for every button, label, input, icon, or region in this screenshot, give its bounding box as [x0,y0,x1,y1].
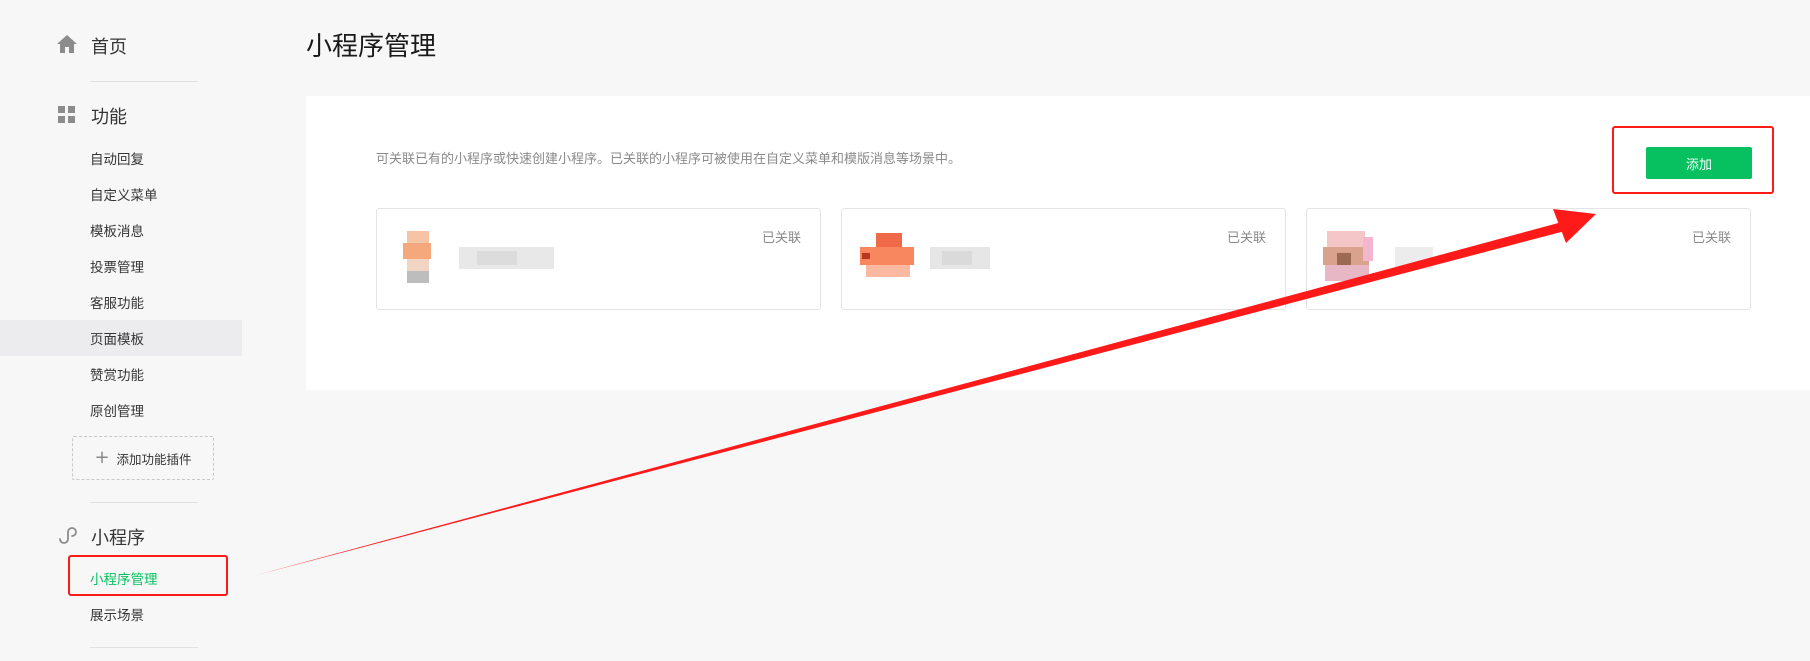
sidebar-item-label: 页面模板 [90,332,144,348]
sidebar-item-label: 自动回复 [90,152,144,168]
annotation-highlight-miniprogram-management [68,555,228,596]
sidebar-item-home-label: 首页 [91,37,127,58]
sidebar-item-label: 赞赏功能 [90,368,144,384]
sidebar-item-label: 展示场景 [90,608,144,624]
miniprogram-card[interactable]: 已关联 [376,208,821,310]
divider [90,81,198,82]
sidebar-item-auto-reply[interactable]: 自动回复 [0,140,242,176]
status-badge: 已关联 [1691,231,1731,246]
sidebar-item-original-management[interactable]: 原创管理 [0,392,242,428]
page-title: 小程序管理 [306,32,437,62]
annotation-highlight-add-button [1612,126,1774,194]
add-plugin-button[interactable]: + 添加功能插件 [72,436,214,480]
sidebar-section-features[interactable]: 功能 [56,103,127,129]
sidebar-item-label: 自定义菜单 [90,188,158,204]
sidebar-section-miniprogram-label: 小程序 [91,528,145,549]
sidebar-item-vote-management[interactable]: 投票管理 [0,248,242,284]
sidebar-item-label: 模板消息 [90,224,144,240]
sidebar-item-page-template[interactable]: 页面模板 [0,320,242,356]
sidebar-item-display-scenes[interactable]: 展示场景 [0,596,242,632]
miniprogram-icon [56,525,78,549]
sidebar-item-reward[interactable]: 赞赏功能 [0,356,242,392]
description-text: 可关联已有的小程序或快速创建小程序。已关联的小程序可被使用在自定义菜单和模版消息… [376,152,962,167]
miniprogram-card[interactable]: 已关联 [841,208,1286,310]
sidebar-item-template-message[interactable]: 模板消息 [0,212,242,248]
sidebar-item-label: 投票管理 [90,260,144,276]
sidebar-section-features-label: 功能 [91,107,127,128]
add-plugin-label: 添加功能插件 [116,451,192,467]
miniprogram-card[interactable]: 已关联 [1306,208,1751,310]
divider [90,647,198,648]
grid-icon [56,104,78,128]
status-badge: 已关联 [761,231,801,246]
miniprogram-avatar [1323,231,1373,283]
sidebar-item-label: 客服功能 [90,296,144,312]
miniprogram-avatar [399,231,437,283]
miniprogram-panel: 可关联已有的小程序或快速创建小程序。已关联的小程序可被使用在自定义菜单和模版消息… [306,96,1810,390]
sidebar-item-custom-menu[interactable]: 自定义菜单 [0,176,242,212]
sidebar-item-label: 原创管理 [90,404,144,420]
divider [90,502,198,503]
miniprogram-avatar [858,231,914,283]
sidebar-item-customer-service[interactable]: 客服功能 [0,284,242,320]
home-icon [56,34,78,58]
sidebar-item-home[interactable]: 首页 [56,33,127,59]
plus-icon: + [94,447,110,468]
status-badge: 已关联 [1226,231,1266,246]
sidebar-section-miniprogram[interactable]: 小程序 [56,524,145,550]
